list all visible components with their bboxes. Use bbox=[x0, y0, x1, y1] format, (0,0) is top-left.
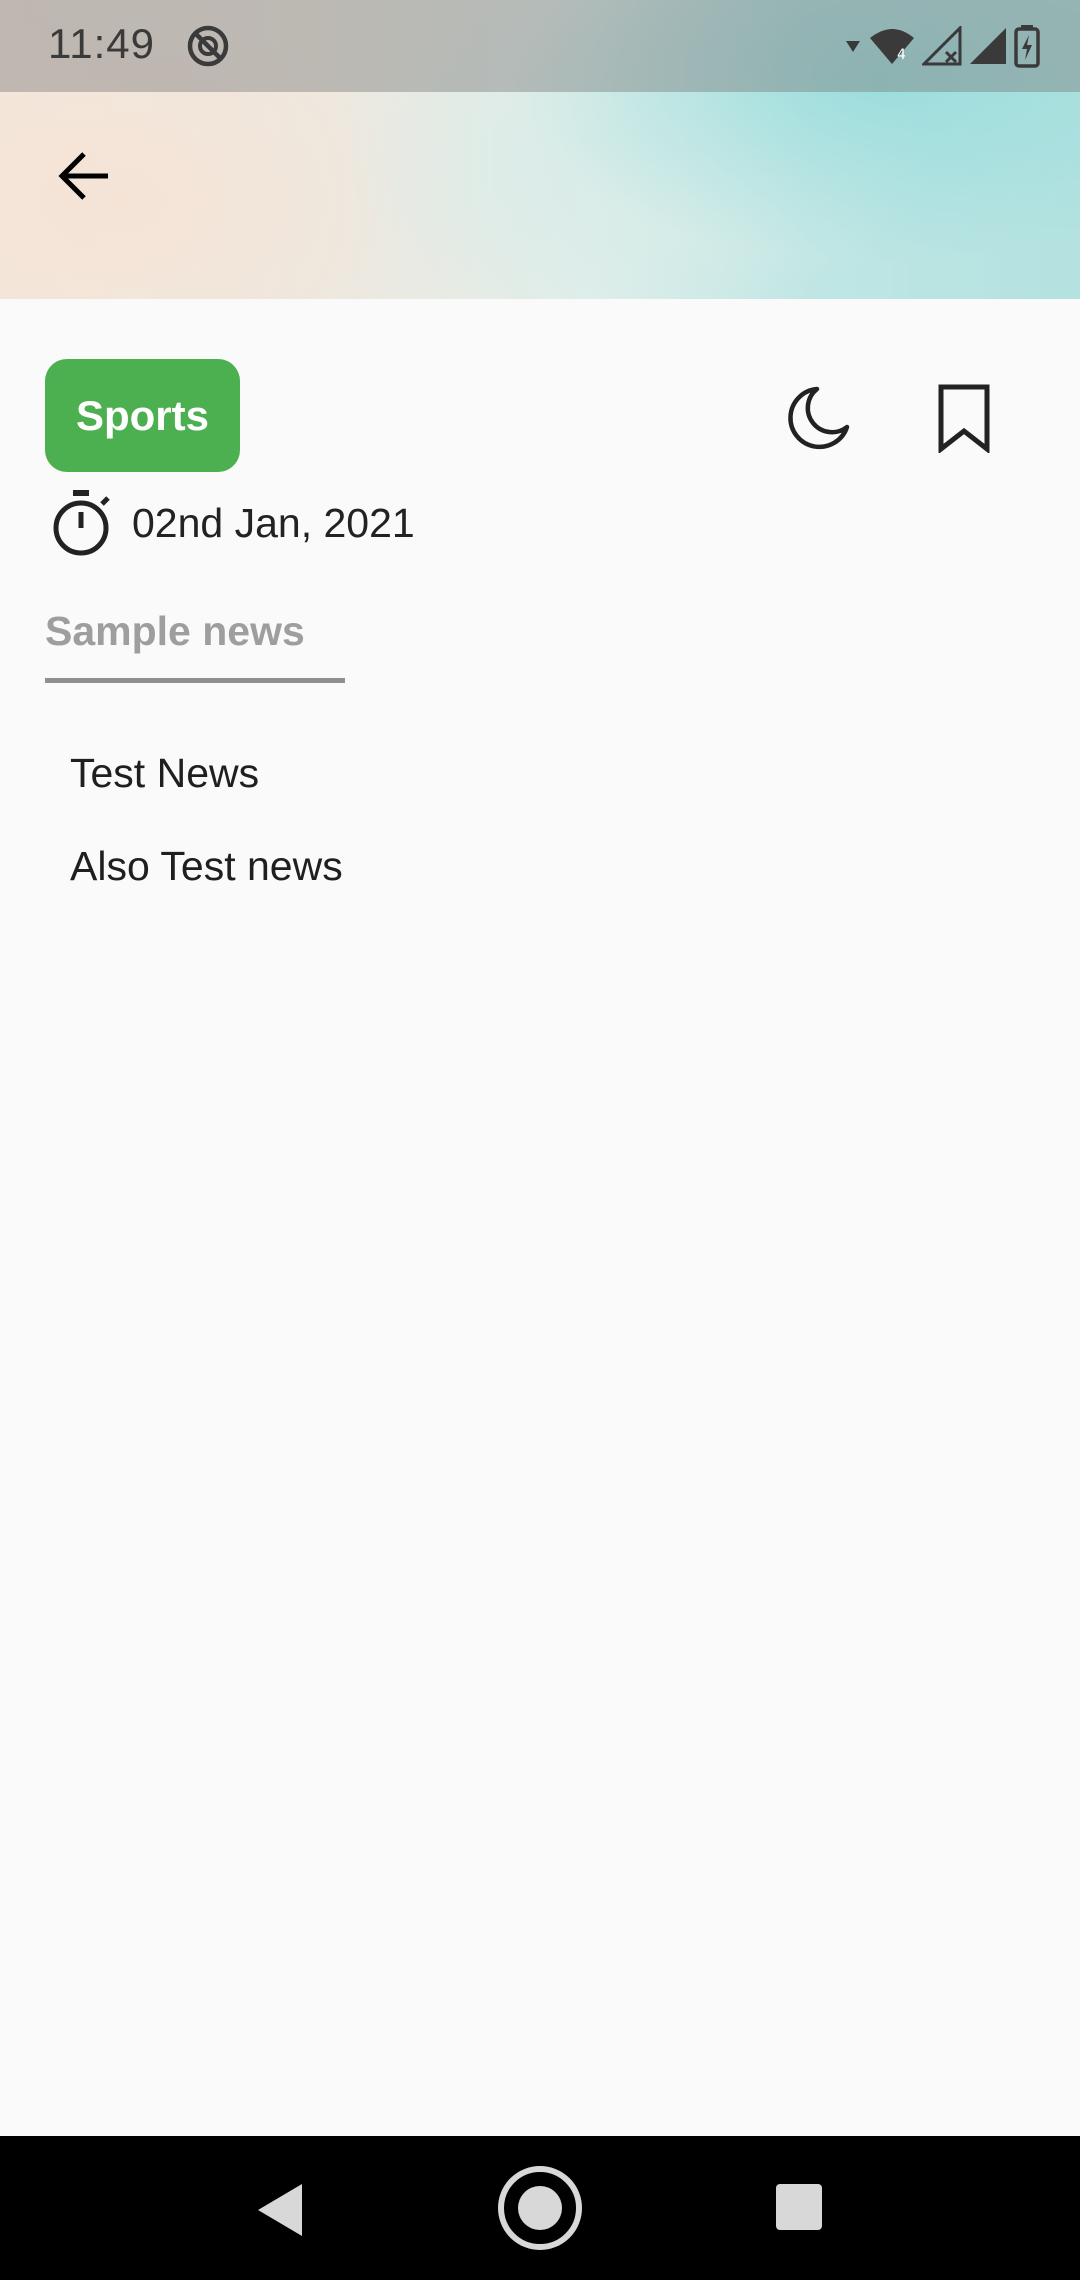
signal-icon bbox=[922, 26, 962, 66]
news-item[interactable]: Test News bbox=[70, 740, 343, 833]
tab-indicator bbox=[45, 678, 345, 683]
category-chip[interactable]: Sports bbox=[45, 359, 240, 472]
nav-home-icon[interactable] bbox=[496, 2164, 584, 2252]
signal-icon bbox=[970, 28, 1006, 64]
status-time: 11:49 bbox=[48, 20, 155, 67]
news-item[interactable]: Also Test news bbox=[70, 833, 343, 926]
timer-icon bbox=[53, 490, 110, 556]
news-list: Test News Also Test news bbox=[70, 740, 343, 926]
arrow-back-icon bbox=[58, 152, 108, 200]
status-icons: 4 bbox=[844, 24, 1040, 68]
data-arrow-icon bbox=[846, 41, 860, 52]
article-date: 02nd Jan, 2021 bbox=[132, 499, 415, 546]
dark-mode-button[interactable] bbox=[772, 372, 864, 464]
nav-recents-icon[interactable] bbox=[774, 2182, 824, 2232]
tab-sample-news[interactable]: Sample news bbox=[45, 598, 345, 686]
battery-charging-icon bbox=[1014, 25, 1040, 68]
date-row: 02nd Jan, 2021 bbox=[48, 488, 415, 558]
tab-label: Sample news bbox=[45, 608, 305, 654]
navigation-bar bbox=[0, 2136, 1080, 2280]
nav-back-icon[interactable] bbox=[250, 2180, 310, 2240]
back-button[interactable] bbox=[44, 136, 124, 216]
moon-icon bbox=[788, 386, 850, 450]
header-image: 11:49 4 bbox=[0, 0, 1080, 299]
wifi-icon: 4 bbox=[870, 29, 914, 64]
bookmark-button[interactable] bbox=[918, 372, 1010, 464]
status-bar: 11:49 4 bbox=[0, 0, 1080, 92]
svg-text:4: 4 bbox=[897, 47, 906, 63]
dnd-icon bbox=[187, 25, 229, 67]
bookmark-icon bbox=[938, 384, 990, 453]
